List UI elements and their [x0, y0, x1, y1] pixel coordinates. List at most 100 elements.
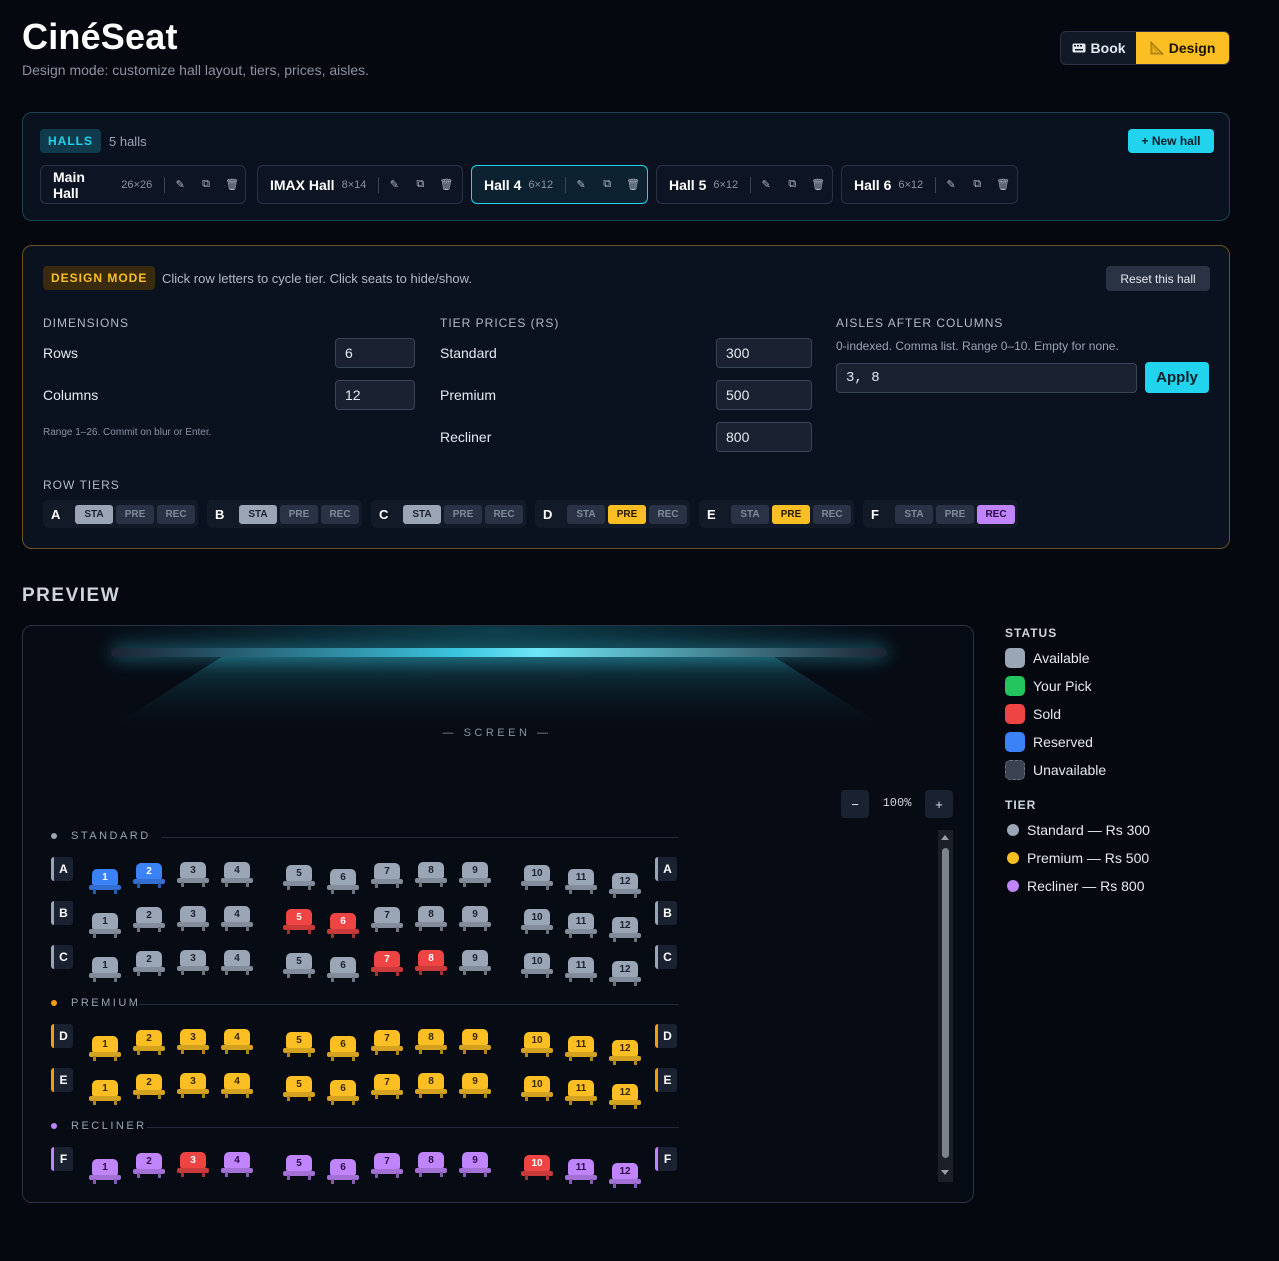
scroll-up-icon[interactable]: [941, 835, 949, 840]
seat-d-3[interactable]: 3: [177, 1029, 209, 1055]
row-label-f-left[interactable]: F: [51, 1147, 73, 1171]
row-tier-letter[interactable]: A: [51, 507, 75, 522]
seat-c-1[interactable]: 1: [89, 957, 121, 983]
seat-b-4[interactable]: 4: [221, 906, 253, 932]
tier-option-pre[interactable]: PRE: [936, 504, 974, 524]
seat-b-7[interactable]: 7: [371, 907, 403, 933]
apply-aisles-button[interactable]: Apply: [1145, 362, 1209, 393]
tier-option-sta[interactable]: STA: [239, 504, 277, 524]
seat-f-8[interactable]: 8: [415, 1152, 447, 1178]
row-label-a-left[interactable]: A: [51, 857, 73, 881]
seat-f-11[interactable]: 11: [565, 1159, 597, 1185]
seat-d-2[interactable]: 2: [133, 1030, 165, 1056]
premium-price-input[interactable]: 500: [716, 380, 812, 410]
row-tier-letter[interactable]: B: [215, 507, 239, 522]
copy-icon[interactable]: ⧉: [407, 178, 433, 191]
row-label-b-right[interactable]: B: [655, 901, 677, 925]
seat-e-5[interactable]: 5: [283, 1076, 315, 1102]
hall-chip-hall-5[interactable]: Hall 5 6×12 ✎ ⧉ 🗑: [656, 165, 833, 204]
seat-a-5[interactable]: 5: [283, 865, 315, 891]
seat-c-4[interactable]: 4: [221, 950, 253, 976]
row-label-f-right[interactable]: F: [655, 1147, 677, 1171]
seat-f-6[interactable]: 6: [327, 1159, 359, 1185]
seat-d-12[interactable]: 12: [609, 1040, 641, 1066]
scroll-thumb[interactable]: [942, 848, 949, 1158]
seat-a-10[interactable]: 10: [521, 865, 553, 891]
tier-option-sta[interactable]: STA: [75, 504, 113, 524]
seat-c-11[interactable]: 11: [565, 957, 597, 983]
seat-e-4[interactable]: 4: [221, 1073, 253, 1099]
zoom-in-button[interactable]: +: [925, 790, 953, 818]
pencil-icon[interactable]: ✎: [381, 178, 407, 191]
seat-c-6[interactable]: 6: [327, 957, 359, 983]
row-tier-letter[interactable]: D: [543, 507, 567, 522]
seat-d-10[interactable]: 10: [521, 1032, 553, 1058]
seat-f-1[interactable]: 1: [89, 1159, 121, 1185]
recliner-price-input[interactable]: 800: [716, 422, 812, 452]
tier-option-pre[interactable]: PRE: [608, 504, 646, 524]
seat-f-2[interactable]: 2: [133, 1153, 165, 1179]
copy-icon[interactable]: ⧉: [594, 178, 620, 191]
seat-c-5[interactable]: 5: [283, 953, 315, 979]
seat-e-1[interactable]: 1: [89, 1080, 121, 1106]
seat-d-6[interactable]: 6: [327, 1036, 359, 1062]
seat-f-10[interactable]: 10: [521, 1155, 553, 1181]
seat-d-4[interactable]: 4: [221, 1029, 253, 1055]
columns-input[interactable]: 12: [335, 380, 415, 410]
row-label-d-left[interactable]: D: [51, 1024, 73, 1048]
copy-icon[interactable]: ⧉: [964, 178, 990, 191]
new-hall-button[interactable]: + New hall: [1128, 129, 1214, 153]
seat-b-3[interactable]: 3: [177, 906, 209, 932]
copy-icon[interactable]: ⧉: [779, 178, 805, 191]
seat-b-1[interactable]: 1: [89, 913, 121, 939]
seat-a-4[interactable]: 4: [221, 862, 253, 888]
seat-a-6[interactable]: 6: [327, 869, 359, 895]
book-mode-button[interactable]: Book: [1061, 32, 1136, 64]
trash-icon[interactable]: 🗑: [805, 178, 831, 191]
tier-option-pre[interactable]: PRE: [444, 504, 482, 524]
seat-b-2[interactable]: 2: [133, 907, 165, 933]
tier-option-pre[interactable]: PRE: [772, 504, 810, 524]
seat-b-6[interactable]: 6: [327, 913, 359, 939]
standard-price-input[interactable]: 300: [716, 338, 812, 368]
hall-chip-hall-6[interactable]: Hall 6 6×12 ✎ ⧉ 🗑: [841, 165, 1018, 204]
seat-f-7[interactable]: 7: [371, 1153, 403, 1179]
seat-c-8[interactable]: 8: [415, 950, 447, 976]
rows-input[interactable]: 6: [335, 338, 415, 368]
seat-c-12[interactable]: 12: [609, 961, 641, 987]
tier-option-sta[interactable]: STA: [731, 504, 769, 524]
reset-hall-button[interactable]: Reset this hall: [1106, 266, 1210, 291]
row-tier-letter[interactable]: F: [871, 507, 895, 522]
seat-c-7[interactable]: 7: [371, 951, 403, 977]
trash-icon[interactable]: 🗑: [620, 178, 646, 191]
seat-e-2[interactable]: 2: [133, 1074, 165, 1100]
seat-a-9[interactable]: 9: [459, 862, 491, 888]
seat-map-scrollbar[interactable]: [938, 830, 953, 1182]
tier-option-rec[interactable]: REC: [157, 504, 195, 524]
seat-a-2[interactable]: 2: [133, 863, 165, 889]
seat-f-5[interactable]: 5: [283, 1155, 315, 1181]
seat-e-11[interactable]: 11: [565, 1080, 597, 1106]
seat-d-9[interactable]: 9: [459, 1029, 491, 1055]
trash-icon[interactable]: 🗑: [433, 178, 459, 191]
pencil-icon[interactable]: ✎: [753, 178, 779, 191]
scroll-down-icon[interactable]: [941, 1170, 949, 1175]
seat-d-5[interactable]: 5: [283, 1032, 315, 1058]
seat-a-12[interactable]: 12: [609, 873, 641, 899]
seat-e-8[interactable]: 8: [415, 1073, 447, 1099]
seat-b-12[interactable]: 12: [609, 917, 641, 943]
seat-e-3[interactable]: 3: [177, 1073, 209, 1099]
tier-option-sta[interactable]: STA: [895, 504, 933, 524]
aisles-input[interactable]: 3, 8: [836, 363, 1137, 393]
seat-c-3[interactable]: 3: [177, 950, 209, 976]
tier-option-pre[interactable]: PRE: [280, 504, 318, 524]
row-label-d-right[interactable]: D: [655, 1024, 677, 1048]
hall-chip-main-hall[interactable]: Main Hall 26×26 ✎ ⧉ 🗑: [40, 165, 246, 204]
seat-d-8[interactable]: 8: [415, 1029, 447, 1055]
tier-option-sta[interactable]: STA: [403, 504, 441, 524]
tier-option-rec[interactable]: REC: [321, 504, 359, 524]
tier-option-rec[interactable]: REC: [977, 504, 1015, 524]
seat-d-11[interactable]: 11: [565, 1036, 597, 1062]
row-label-e-left[interactable]: E: [51, 1068, 73, 1092]
row-tier-letter[interactable]: E: [707, 507, 731, 522]
